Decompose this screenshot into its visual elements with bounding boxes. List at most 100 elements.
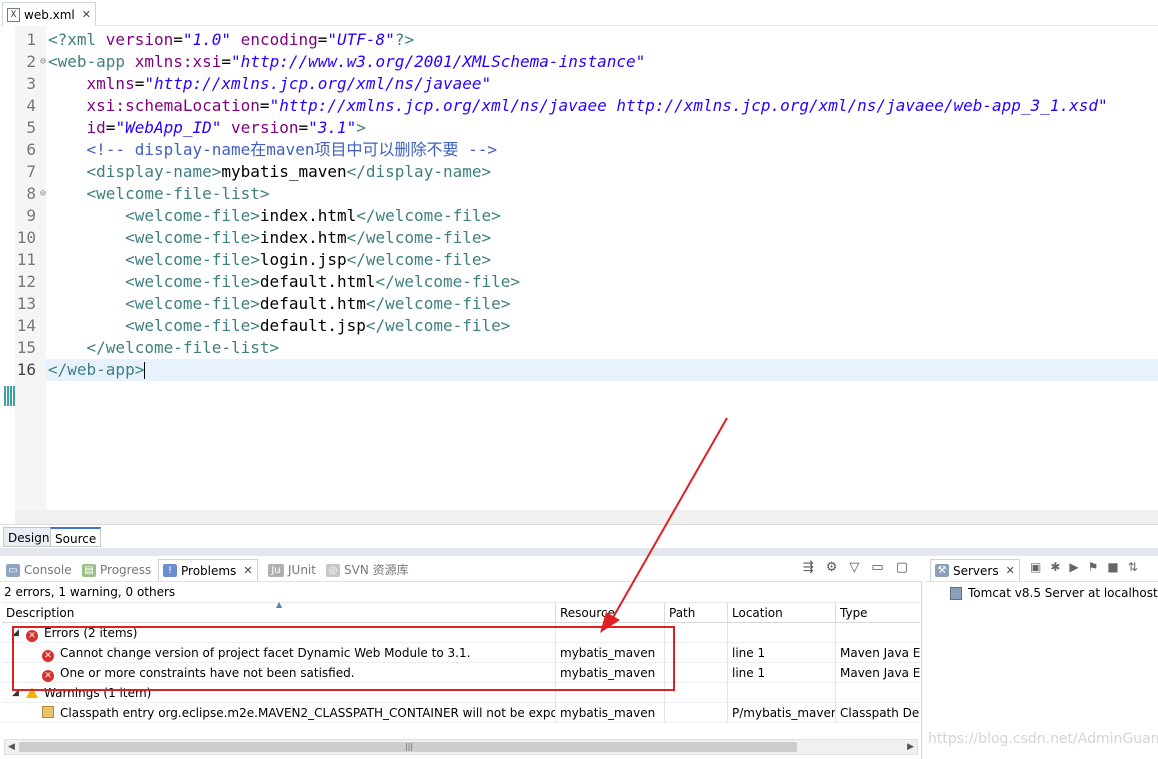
annotation-highlight-box xyxy=(12,626,675,691)
line-number: 6 xyxy=(26,140,36,159)
column-description[interactable]: Description xyxy=(2,603,556,623)
editor-tab-label: web.xml xyxy=(24,7,75,22)
xml-file-icon: X xyxy=(7,7,20,22)
code-line-13: <welcome-file>default.htm</welcome-file> xyxy=(125,294,511,313)
code-line-4: xsi:schemaLocation="http://xmlns.jcp.org… xyxy=(86,96,1108,115)
view-tab-bar: ▭ Console ▤ Progress ! Problems ✕ Ju JUn… xyxy=(0,556,922,582)
tab-junit[interactable]: Ju JUnit xyxy=(268,559,316,581)
collapse-all-icon[interactable]: ▣ xyxy=(1030,560,1041,574)
line-number: 12 xyxy=(16,272,36,291)
code-line-10: <welcome-file>index.htm</welcome-file> xyxy=(125,228,492,247)
progress-icon: ▤ xyxy=(82,563,96,577)
line-number: 15 xyxy=(16,338,36,357)
line-number: 8 ⊖ xyxy=(26,184,46,203)
minimize-icon[interactable]: ▭ xyxy=(871,560,883,575)
code-line-7: <display-name>mybatis_maven</display-nam… xyxy=(86,162,492,181)
problems-horizontal-scrollbar[interactable]: ◀ ||| ▶ xyxy=(4,739,918,755)
line-number: 2 ⊖ xyxy=(26,52,46,71)
line-number: 7 xyxy=(26,162,36,181)
start-server-icon[interactable]: ▶ xyxy=(1069,560,1078,574)
column-path[interactable]: Path xyxy=(665,603,728,623)
editor-tab-web-xml[interactable]: X web.xml ✕ xyxy=(2,2,96,26)
problem-description: Classpath entry org.eclipse.m2e.MAVEN2_C… xyxy=(60,706,556,720)
problem-location: P/mybatis_maven xyxy=(728,703,836,723)
problem-type: Maven Java E xyxy=(840,666,920,680)
editor-mode-tabs: Design Source xyxy=(0,524,1158,548)
svn-icon: ◎ xyxy=(326,563,340,577)
line-number: 9 xyxy=(26,206,36,225)
xml-editor[interactable]: 1 2 ⊖ 3 4 5 6 7 8 ⊖ 9 10 11 12 13 14 15 16 <?xml version=… xyxy=(0,26,1158,524)
junit-icon: Ju xyxy=(268,563,284,577)
server-item-tomcat[interactable]: Tomcat v8.5 Server at localhost xyxy=(950,585,1158,601)
view-menu-icon[interactable]: ▽ xyxy=(849,560,859,575)
close-icon[interactable]: ✕ xyxy=(1006,560,1015,582)
close-icon[interactable]: ✕ xyxy=(243,560,252,582)
scrollbar-grip-icon: ||| xyxy=(405,742,414,751)
stop-server-icon[interactable]: ■ xyxy=(1107,560,1118,574)
code-line-12: <welcome-file>default.html</welcome-file… xyxy=(125,272,521,291)
tab-problems[interactable]: ! Problems ✕ xyxy=(158,559,258,581)
problem-type: Classpath Dep xyxy=(840,706,920,720)
line-number: 3 xyxy=(26,74,36,93)
problem-location: line 1 xyxy=(728,663,836,683)
line-number: 1 xyxy=(26,30,36,49)
line-number: 16 xyxy=(16,360,36,379)
line-number: 14 xyxy=(16,316,36,335)
focus-icon[interactable]: ⇶ xyxy=(803,560,814,575)
line-number: 4 xyxy=(26,96,36,115)
editor-horizontal-scrollbar[interactable] xyxy=(15,510,1158,524)
tab-progress[interactable]: ▤ Progress xyxy=(82,559,151,581)
line-number: 5 xyxy=(26,118,36,137)
tab-console[interactable]: ▭ Console xyxy=(6,559,72,581)
table-row[interactable]: Classpath entry org.eclipse.m2e.MAVEN2_C… xyxy=(2,703,920,723)
line-numbers: 1 2 ⊖ 3 4 5 6 7 8 ⊖ 9 10 11 12 13 14 15 16 xyxy=(15,29,46,381)
code-line-3: xmlns="http://xmlns.jcp.org/xml/ns/javae… xyxy=(86,74,492,93)
line-number: 13 xyxy=(16,294,36,313)
scroll-left-icon[interactable]: ◀ xyxy=(8,740,15,754)
column-resource[interactable]: Resource xyxy=(556,603,665,623)
code-line-1: <?xml version="1.0" encoding="UTF-8"?> xyxy=(48,30,415,49)
editor-annotation-ruler xyxy=(0,26,15,510)
problems-summary: 2 errors, 1 warning, 0 others xyxy=(4,585,176,599)
servers-icon: ⚒ xyxy=(935,564,949,577)
problem-resource: mybatis_maven xyxy=(556,703,665,723)
maximize-icon[interactable]: ▢ xyxy=(896,560,908,575)
servers-tab-bar: ⚒ Servers ✕ ▣ ✱ ▶ ⚑ ■ ⇅ xyxy=(926,556,1158,582)
profile-icon[interactable]: ⚑ xyxy=(1088,560,1099,574)
servers-panel: ⚒ Servers ✕ ▣ ✱ ▶ ⚑ ■ ⇅ Tomcat v8.5 Serv… xyxy=(926,556,1158,759)
problems-toolbar: ⇶ ⚙ ▽ ▭ ▢ xyxy=(803,560,908,575)
column-type[interactable]: Type xyxy=(836,603,920,623)
scroll-right-icon[interactable]: ▶ xyxy=(907,740,914,754)
watermark-text: https://blog.csdn.net/AdminGuan xyxy=(928,731,1158,747)
current-line-marker xyxy=(4,386,15,406)
problem-location: line 1 xyxy=(728,643,836,663)
filter-icon[interactable]: ⚙ xyxy=(826,560,838,575)
code-line-14: <welcome-file>default.jsp</welcome-file> xyxy=(125,316,511,335)
code-line-5: id="WebApp_ID" version="3.1"> xyxy=(86,118,366,137)
servers-toolbar: ▣ ✱ ▶ ⚑ ■ ⇅ xyxy=(1030,560,1138,574)
problems-icon: ! xyxy=(163,564,177,577)
publish-icon[interactable]: ⇅ xyxy=(1128,560,1138,574)
column-location[interactable]: Location xyxy=(728,603,836,623)
panel-sash[interactable] xyxy=(0,548,1158,556)
code-area[interactable]: <?xml version="1.0" encoding="UTF-8"?> <… xyxy=(46,29,1158,381)
line-number: 10 xyxy=(16,228,36,247)
tab-servers[interactable]: ⚒ Servers ✕ xyxy=(930,559,1020,581)
code-line-16: </web-app> xyxy=(46,359,1158,381)
classpath-warning-icon xyxy=(42,706,54,718)
close-icon[interactable]: ✕ xyxy=(82,8,91,21)
code-line-8: <welcome-file-list> xyxy=(86,184,270,203)
console-icon: ▭ xyxy=(6,563,20,577)
tab-svn-repository[interactable]: ◎ SVN 资源库 xyxy=(326,559,409,581)
problem-type: Maven Java E xyxy=(840,646,920,660)
server-label: Tomcat v8.5 Server at localhost xyxy=(968,586,1158,600)
code-line-9: <welcome-file>index.html</welcome-file> xyxy=(125,206,501,225)
debug-icon[interactable]: ✱ xyxy=(1050,560,1060,574)
tab-design[interactable]: Design xyxy=(3,527,55,547)
code-line-15: </welcome-file-list> xyxy=(86,338,280,357)
server-icon xyxy=(950,586,962,600)
problems-table-header: ▲ Description Resource Path Location Typ… xyxy=(2,600,920,623)
code-line-2: <web-app xmlns:xsi="http://www.w3.org/20… xyxy=(48,52,646,71)
tab-source[interactable]: Source xyxy=(50,527,102,547)
editor-tab-bar: X web.xml ✕ xyxy=(0,0,1158,26)
